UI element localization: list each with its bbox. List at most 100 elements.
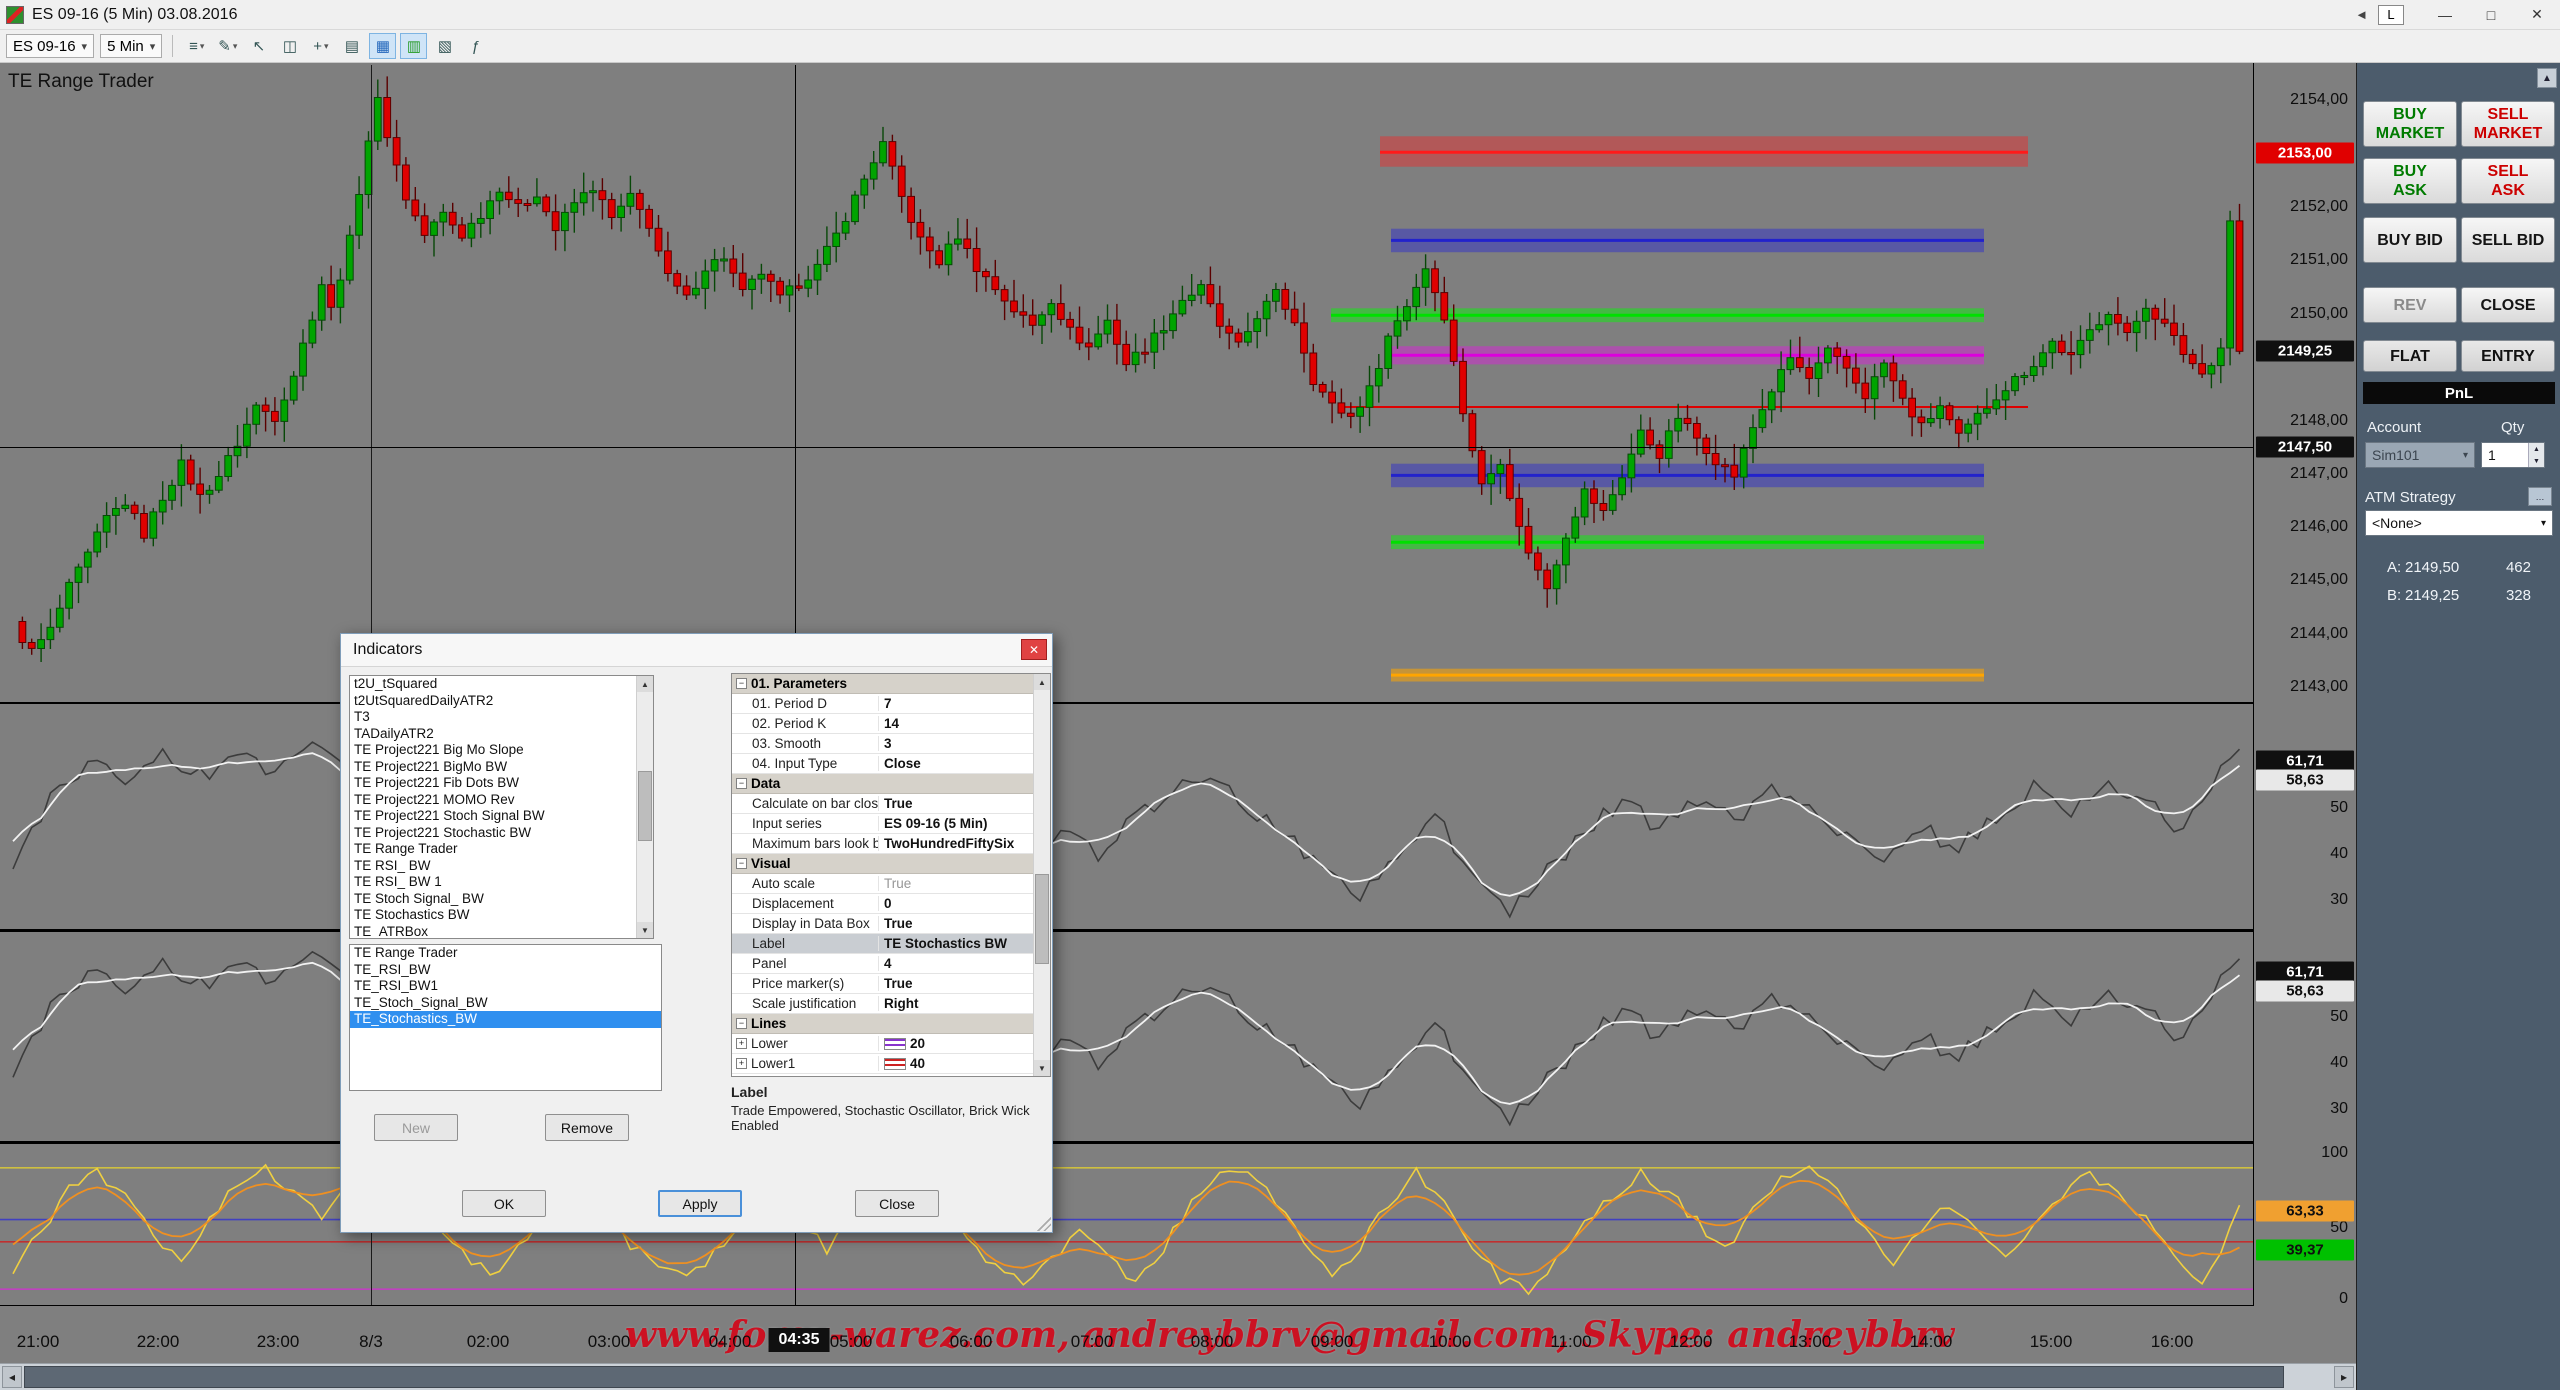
qty-up-icon[interactable]: ▲ <box>2529 443 2544 455</box>
rsi-panel-2-canvas[interactable] <box>0 934 2253 1143</box>
configured-indicator-item[interactable]: TE_RSI_BW <box>350 962 661 979</box>
available-indicators-list[interactable]: t2U_tSquaredt2UtSquaredDailyATR2T3TADail… <box>349 675 654 939</box>
scroll-up-icon[interactable]: ▲ <box>637 676 653 692</box>
indicator-list-item[interactable]: TE RSI_ BW 1 <box>350 874 636 891</box>
indicator-list-item[interactable]: TE Project221 Fib Dots BW <box>350 775 636 792</box>
eraser-icon[interactable]: ◫ <box>276 33 303 59</box>
unpin-icon[interactable]: ◄ <box>2345 7 2378 22</box>
minimize-button[interactable]: — <box>2422 0 2468 29</box>
property-section-header[interactable]: −Data <box>732 774 1033 794</box>
properties-icon[interactable]: ƒ <box>462 33 489 59</box>
horizontal-scrollbar[interactable]: ◂ ▸ <box>0 1363 2356 1390</box>
indicator-list-item[interactable]: t2U_tSquared <box>350 676 636 693</box>
property-section-header[interactable]: −Lines <box>732 1014 1033 1034</box>
grid-icon[interactable]: ▦ <box>369 33 396 59</box>
scrollbar-thumb[interactable] <box>24 1366 2284 1388</box>
indicator-list-item[interactable]: t2UtSquaredDailyATR2 <box>350 693 636 710</box>
atm-options-button[interactable]: … <box>2528 487 2552 506</box>
drawing-tools-icon[interactable]: ✎▾ <box>214 33 241 59</box>
property-row[interactable]: Displacement0 <box>732 894 1033 914</box>
property-row[interactable]: Calculate on bar closTrue <box>732 794 1033 814</box>
collapse-icon[interactable]: − <box>736 678 747 689</box>
new-button[interactable]: New <box>374 1114 458 1141</box>
property-row[interactable]: 04. Input TypeClose <box>732 754 1033 774</box>
property-section-header[interactable]: −Visual <box>732 854 1033 874</box>
property-row[interactable]: LabelTE Stochastics BW <box>732 934 1033 954</box>
indicator-list-item[interactable]: TE RSI_ BW <box>350 858 636 875</box>
instrument-select[interactable]: ES 09-16 ▾ <box>6 34 94 58</box>
property-row[interactable]: Auto scaleTrue <box>732 874 1033 894</box>
chart-style-icon[interactable]: ▥ <box>400 33 427 59</box>
crosshair-icon[interactable]: +▾ <box>307 33 334 59</box>
resize-grip[interactable] <box>1037 1217 1051 1231</box>
scroll-right-icon[interactable]: ▸ <box>2334 1366 2354 1388</box>
price-axis[interactable]: 2154,002152,002151,002150,002148,002147,… <box>2253 63 2356 1363</box>
property-row[interactable]: Price marker(s)True <box>732 974 1033 994</box>
entry-button[interactable]: ENTRY <box>2461 340 2555 372</box>
property-row[interactable]: 01. Period D7 <box>732 694 1033 714</box>
price-panel-canvas[interactable] <box>0 65 2253 702</box>
account-select[interactable]: Sim101 ▾ <box>2365 442 2475 468</box>
configured-indicators-list[interactable]: TE Range TraderTE_RSI_BWTE_RSI_BW1TE_Sto… <box>349 944 662 1091</box>
indicator-list-item[interactable]: TE Stochastics BW <box>350 907 636 924</box>
collapse-icon[interactable]: − <box>736 858 747 869</box>
property-grid-scrollbar[interactable]: ▲ ▼ <box>1033 674 1050 1076</box>
stochastic-panel-canvas[interactable] <box>0 1146 2253 1306</box>
scrollbar-thumb[interactable] <box>1035 874 1049 964</box>
property-row[interactable]: Maximum bars look bTwoHundredFiftySix <box>732 834 1033 854</box>
atm-strategy-select[interactable]: <None> ▾ <box>2365 510 2553 536</box>
quantity-stepper[interactable]: 1 ▲ ▼ <box>2481 442 2545 468</box>
sell-market-button[interactable]: SELLMARKET <box>2461 101 2555 147</box>
period-select[interactable]: 5 Min ▾ <box>100 34 162 58</box>
property-grid[interactable]: −01. Parameters01. Period D702. Period K… <box>731 673 1051 1077</box>
panel-scroll-up-icon[interactable]: ▲ <box>2537 68 2557 88</box>
property-section-header[interactable]: −01. Parameters <box>732 674 1033 694</box>
rev-button[interactable]: REV <box>2363 287 2457 323</box>
dialog-close-button[interactable]: ✕ <box>1021 639 1047 660</box>
configured-indicator-item[interactable]: TE_Stochastics_BW <box>350 1011 661 1028</box>
expand-icon[interactable]: + <box>736 1058 747 1069</box>
indicator-list-item[interactable]: T3 <box>350 709 636 726</box>
indicator-list-item[interactable]: TE Project221 Big Mo Slope <box>350 742 636 759</box>
instrument-link-button[interactable]: L <box>2378 5 2404 25</box>
sell-ask-button[interactable]: SELLASK <box>2461 158 2555 204</box>
maximize-button[interactable]: □ <box>2468 0 2514 29</box>
indicator-list-item[interactable]: TE Range Trader <box>350 841 636 858</box>
flat-button[interactable]: FLAT <box>2363 340 2457 372</box>
buy-bid-button[interactable]: BUY BID <box>2363 217 2457 263</box>
scroll-down-icon[interactable]: ▼ <box>1034 1060 1050 1076</box>
dialog-title-bar[interactable]: Indicators ✕ <box>341 634 1052 667</box>
configured-indicator-item[interactable]: TE_Stoch_Signal_BW <box>350 995 661 1012</box>
scroll-up-icon[interactable]: ▲ <box>1034 674 1050 690</box>
qty-down-icon[interactable]: ▼ <box>2529 455 2544 467</box>
scroll-left-icon[interactable]: ◂ <box>2 1366 22 1388</box>
property-row[interactable]: +Lower20 <box>732 1034 1033 1054</box>
indicator-list-item[interactable]: TE Project221 Stochastic BW <box>350 825 636 842</box>
indicator-list-item[interactable]: TE Project221 Stoch Signal BW <box>350 808 636 825</box>
close-window-button[interactable]: ✕ <box>2514 0 2560 29</box>
property-row[interactable]: 02. Period K14 <box>732 714 1033 734</box>
save-chart-icon[interactable]: ▧ <box>431 33 458 59</box>
configured-indicator-item[interactable]: TE Range Trader <box>350 945 661 962</box>
property-row[interactable]: Panel4 <box>732 954 1033 974</box>
indicator-list-item[interactable]: TE_ATRBox <box>350 924 636 940</box>
close-button[interactable]: CLOSE <box>2461 287 2555 323</box>
indicator-list-item[interactable]: TADailyATR2 <box>350 726 636 743</box>
time-axis[interactable]: www.forex-warez.com, andreybbrv@gmail.co… <box>0 1306 2356 1363</box>
scroll-down-icon[interactable]: ▼ <box>637 922 653 938</box>
property-row[interactable]: Scale justificationRight <box>732 994 1033 1014</box>
sell-bid-button[interactable]: SELL BID <box>2461 217 2555 263</box>
expand-icon[interactable]: + <box>736 1038 747 1049</box>
collapse-icon[interactable]: − <box>736 778 747 789</box>
buy-market-button[interactable]: BUYMARKET <box>2363 101 2457 147</box>
rsi-panel-1-canvas[interactable] <box>0 705 2253 930</box>
close-button[interactable]: Close <box>855 1190 939 1217</box>
cursor-icon[interactable]: ↖ <box>245 33 272 59</box>
indicators-icon[interactable]: ≡▾ <box>183 33 210 59</box>
collapse-icon[interactable]: − <box>736 1018 747 1029</box>
list-scrollbar[interactable]: ▲ ▼ <box>636 676 653 938</box>
indicator-list-item[interactable]: TE Stoch Signal_ BW <box>350 891 636 908</box>
ok-button[interactable]: OK <box>462 1190 546 1217</box>
indicator-list-item[interactable]: TE Project221 MOMO Rev <box>350 792 636 809</box>
property-row[interactable]: Display in Data BoxTrue <box>732 914 1033 934</box>
